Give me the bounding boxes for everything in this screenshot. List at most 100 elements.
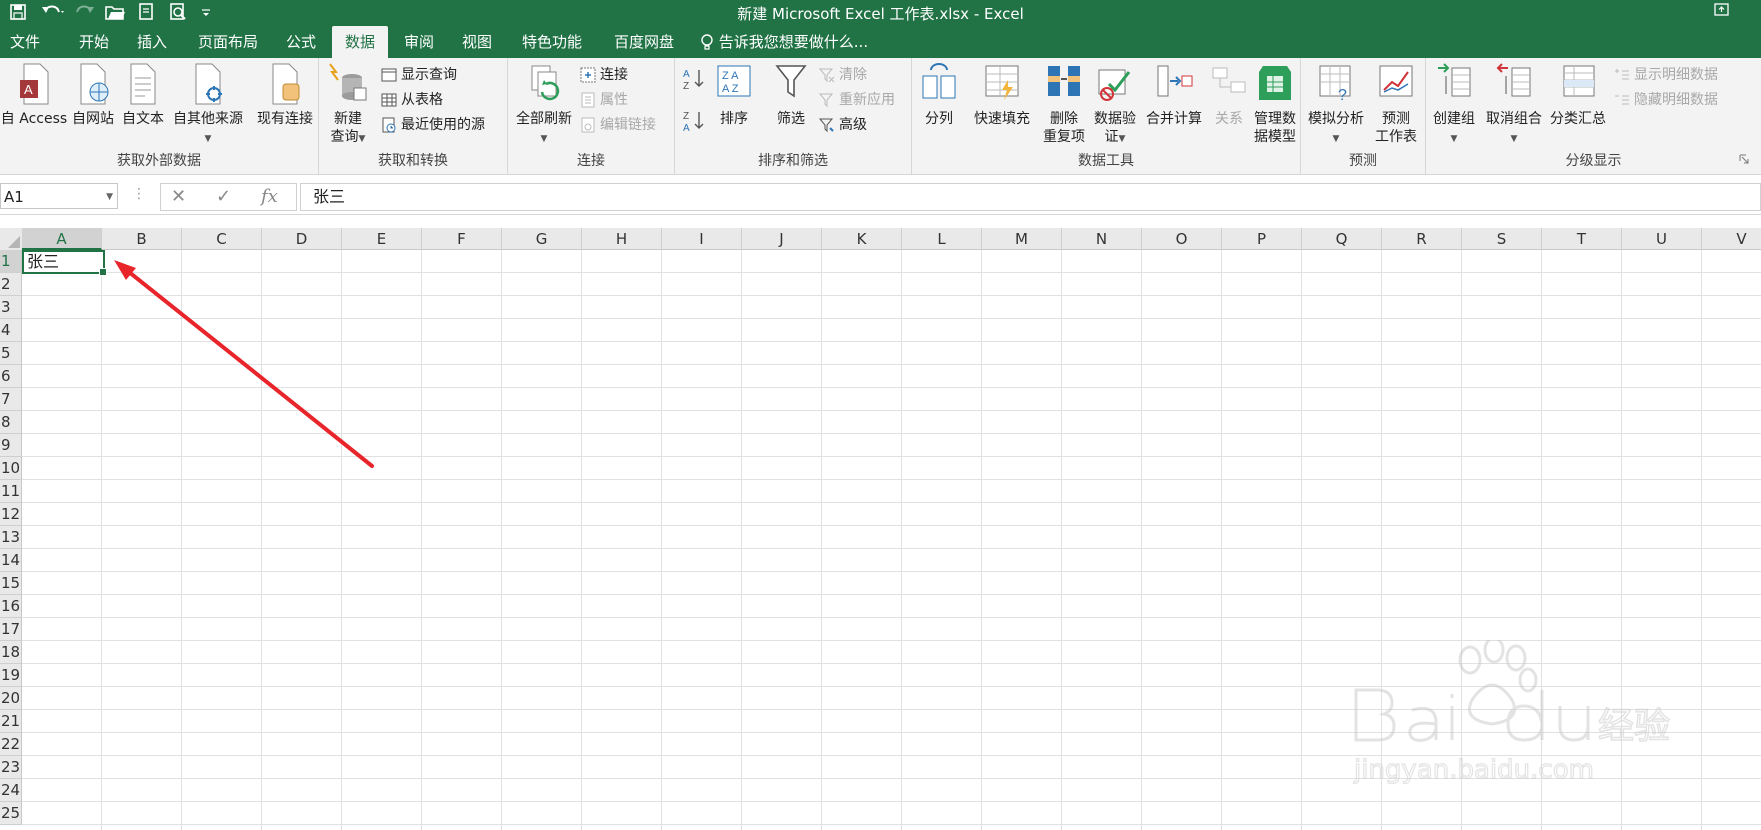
what-if-analysis-button[interactable]: ? 模拟分析 ▼ — [1305, 62, 1367, 148]
group-button[interactable]: 创建组 ▼ — [1426, 62, 1482, 148]
tab-special-features[interactable]: 特色功能 — [512, 26, 592, 58]
tab-file[interactable]: 文件 — [0, 26, 50, 58]
new-query-button[interactable]: 新建 查询▼ — [325, 62, 371, 148]
data-validation-button[interactable]: 数据验 证▼ — [1090, 62, 1140, 148]
connections-button[interactable]: 连接 — [580, 64, 628, 86]
data-validation-icon — [1098, 69, 1131, 101]
chevron-down-icon[interactable]: ▼ — [106, 184, 113, 210]
remove-duplicates-button[interactable]: 删除 重复项 — [1040, 62, 1088, 146]
existing-connections-button[interactable]: 现有连接 — [252, 62, 318, 128]
sort-z-to-a-icon: ZA — [683, 111, 704, 134]
dialog-launcher-icon[interactable] — [1739, 152, 1749, 168]
svg-text:Z: Z — [683, 81, 689, 92]
group-outline: 创建组 ▼ 取消组合 ▼ 分类汇总 显示明细数据 隐藏明细数据 分级显示 — [1426, 58, 1761, 174]
svg-text:?: ? — [1338, 87, 1347, 104]
consolidate-icon — [1157, 65, 1193, 97]
cancel-icon[interactable]: ✕ — [171, 186, 186, 207]
show-queries-icon — [381, 68, 397, 82]
name-box[interactable]: A1 ▼ — [0, 183, 118, 209]
group-rows-icon — [1438, 63, 1471, 97]
tab-review[interactable]: 审阅 — [394, 26, 444, 58]
advanced-filter-icon — [818, 118, 834, 133]
lightbulb-icon — [700, 33, 719, 51]
tab-insert[interactable]: 插入 — [124, 26, 180, 58]
ungroup-button[interactable]: 取消组合 ▼ — [1482, 62, 1546, 148]
chevron-down-icon: ▼ — [1332, 134, 1340, 144]
tab-page-layout[interactable]: 页面布局 — [186, 26, 270, 58]
from-text-button[interactable]: 自文本 — [118, 62, 168, 128]
advanced-filter-button[interactable]: 高级 — [818, 114, 867, 136]
subtotal-icon — [1563, 65, 1595, 97]
forecast-sheet-button[interactable]: 预测 工作表 — [1369, 62, 1423, 146]
from-web-button[interactable]: 自网站 — [68, 62, 118, 128]
flash-fill-button[interactable]: 快速填充 — [966, 62, 1038, 128]
hide-detail-icon — [1615, 95, 1629, 105]
chevron-down-icon: ▼ — [1118, 134, 1126, 144]
svg-text:jingyan.baidu.com: jingyan.baidu.com — [1353, 755, 1594, 785]
show-queries-button[interactable]: 显示查询 — [381, 64, 457, 86]
enter-check-icon[interactable]: ✓ — [216, 186, 231, 207]
chevron-down-icon: ▼ — [540, 134, 548, 144]
svg-text:Z A: Z A — [722, 70, 739, 82]
recent-sources-button[interactable]: 最近使用的源 — [381, 114, 485, 136]
svg-text:经验: 经验 — [1598, 706, 1670, 747]
refresh-icon — [531, 65, 560, 101]
hide-detail-button[interactable]: 隐藏明细数据 — [1614, 89, 1718, 111]
clear-filter-icon — [818, 68, 835, 83]
sort-ascending-button[interactable]: AZ — [681, 66, 709, 92]
svg-text:Z: Z — [683, 111, 689, 122]
insert-function-icon[interactable]: fx — [261, 186, 278, 207]
properties-button[interactable]: 属性 — [580, 89, 628, 111]
group-sort-and-filter: AZ ZA Z AA Z 排序 筛选 清除 重新应用 高级 排序和筛选 — [675, 58, 912, 174]
data-model-icon — [1259, 66, 1291, 100]
formula-input[interactable]: 张三 — [300, 183, 1761, 211]
recent-sources-icon — [382, 117, 396, 133]
group-connections: 全部刷新 ▼ 连接 属性 编辑链接 连接 — [508, 58, 675, 174]
manage-data-model-button[interactable]: 管理数 据模型 — [1250, 62, 1300, 146]
tab-view[interactable]: 视图 — [452, 26, 502, 58]
what-if-icon: ? — [1319, 65, 1351, 104]
sort-dialog-icon: Z AA Z — [717, 65, 751, 97]
group-forecast: ? 模拟分析 ▼ 预测 工作表 预测 — [1301, 58, 1426, 174]
tab-data[interactable]: 数据 — [332, 26, 388, 58]
table-icon — [381, 93, 397, 107]
show-detail-icon — [1615, 69, 1629, 80]
connections-icon — [580, 67, 596, 83]
tab-formulas[interactable]: 公式 — [276, 26, 326, 58]
vertical-dots-icon[interactable]: ⋮ — [132, 186, 146, 202]
text-file-icon — [130, 63, 156, 105]
window-title: 新建 Microsoft Excel 工作表.xlsx - Excel — [737, 5, 1024, 23]
edit-links-icon — [581, 117, 595, 133]
ribbon: A 自 Access 自网站 自文本 自其他来源 ▼ 现有连接 获取外部数据 新建… — [0, 58, 1761, 175]
globe-icon — [80, 63, 109, 105]
tab-baidu-netdisk[interactable]: 百度网盘 — [604, 26, 684, 58]
group-label-outline: 分级显示 — [1565, 153, 1622, 169]
filter-button[interactable]: 筛选 — [767, 62, 815, 128]
reapply-button[interactable]: 重新应用 — [818, 89, 895, 111]
from-other-sources-button[interactable]: 自其他来源 ▼ — [168, 62, 248, 148]
refresh-all-button[interactable]: 全部刷新 ▼ — [512, 62, 576, 148]
group-get-and-transform: 新建 查询▼ 显示查询 从表格 最近使用的源 获取和转换 — [319, 58, 508, 174]
relationships-button[interactable]: 关系 — [1208, 62, 1250, 128]
existing-connections-icon — [272, 63, 300, 105]
ungroup-rows-icon — [1496, 63, 1531, 97]
ribbon-display-options-icon[interactable] — [1713, 2, 1731, 18]
tell-me-box[interactable]: 告诉我您想要做什么... — [700, 26, 868, 58]
from-access-button[interactable]: A 自 Access — [0, 62, 68, 128]
reapply-icon — [818, 93, 834, 108]
edit-links-button[interactable]: 编辑链接 — [580, 114, 656, 136]
from-table-button[interactable]: 从表格 — [381, 89, 443, 111]
tab-home[interactable]: 开始 — [64, 26, 124, 58]
sort-descending-button[interactable]: ZA — [681, 108, 709, 134]
formula-bar: A1 ▼ ⋮ ✕ ✓ fx 张三 — [0, 180, 1761, 215]
sort-button[interactable]: Z AA Z 排序 — [711, 62, 757, 128]
properties-icon — [581, 92, 595, 108]
new-query-icon — [329, 63, 367, 101]
text-to-columns-button[interactable]: 分列 — [914, 62, 964, 128]
svg-text:A: A — [683, 123, 690, 134]
subtotal-button[interactable]: 分类汇总 — [1546, 62, 1610, 128]
clear-filter-button[interactable]: 清除 — [818, 64, 867, 86]
svg-text:A: A — [24, 82, 33, 97]
show-detail-button[interactable]: 显示明细数据 — [1614, 64, 1718, 86]
consolidate-button[interactable]: 合并计算 — [1142, 62, 1206, 128]
